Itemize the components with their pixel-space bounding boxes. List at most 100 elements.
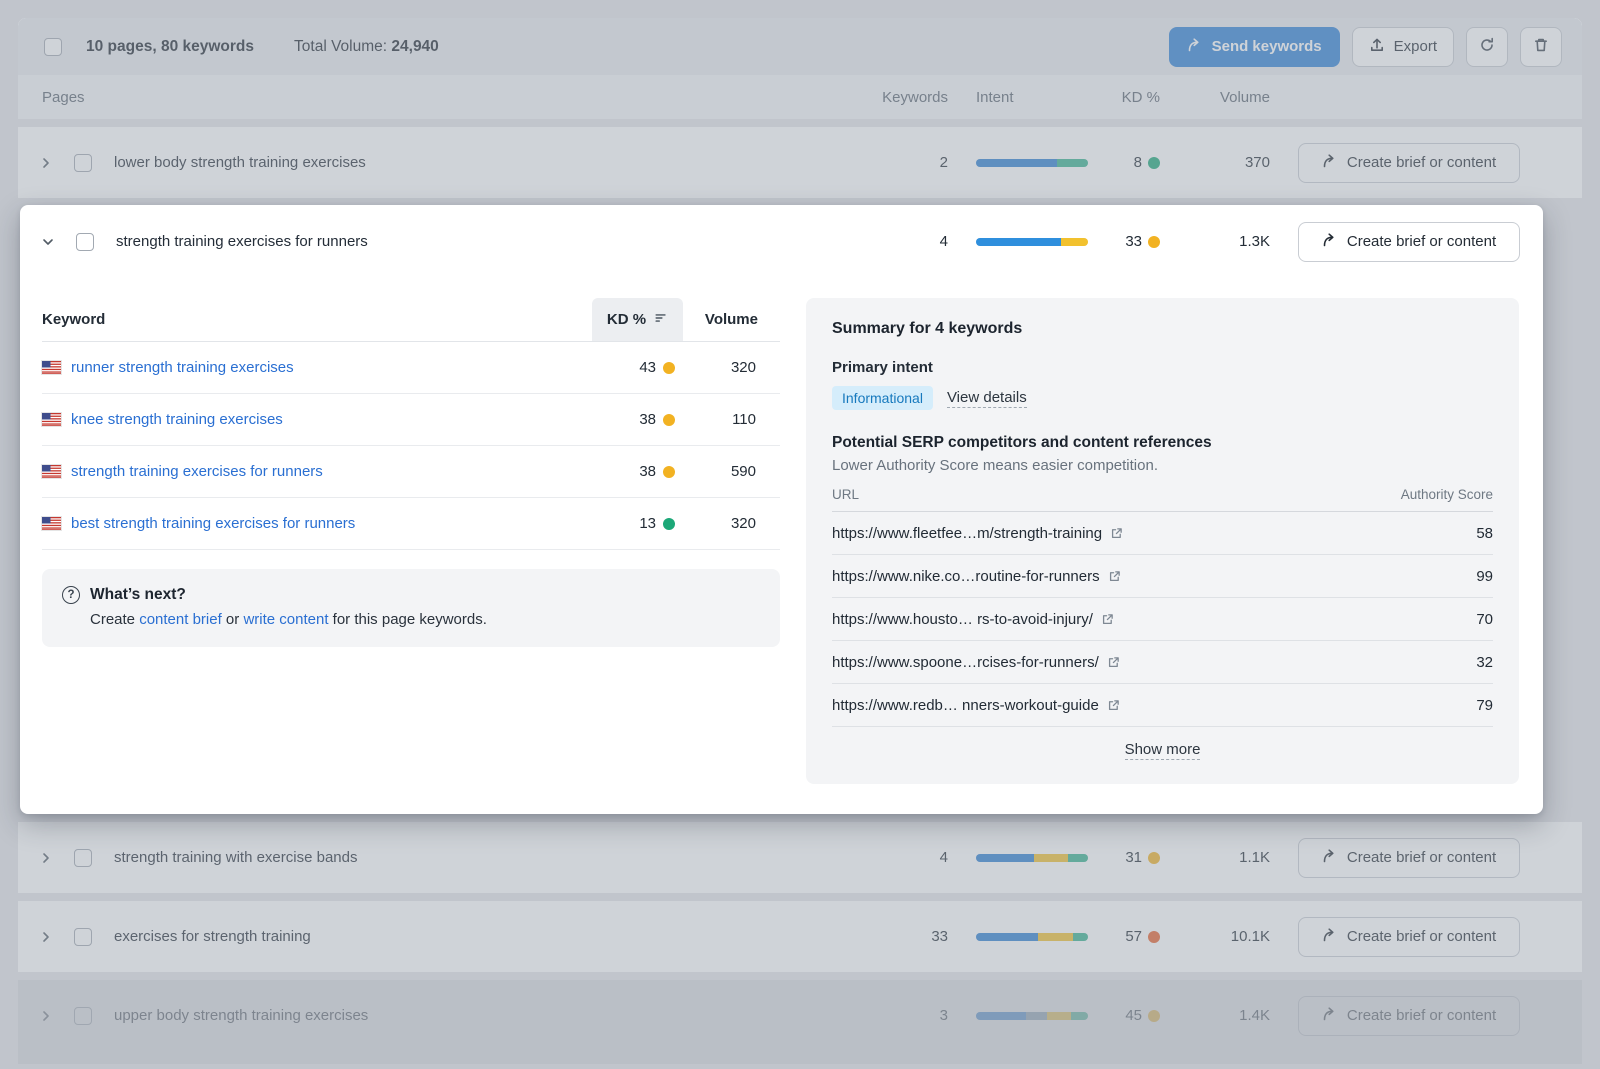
kd-dot (1148, 852, 1160, 864)
content-brief-link[interactable]: content brief (139, 611, 222, 628)
kd-value: 38 (639, 411, 656, 428)
serp-competitors-subtitle: Lower Authority Score means easier compe… (832, 457, 1493, 474)
us-flag-icon (42, 361, 61, 374)
create-brief-button[interactable]: Create brief or content (1298, 143, 1520, 183)
intent-badge: Informational (832, 386, 933, 410)
create-brief-button[interactable]: Create brief or content (1298, 838, 1520, 878)
delete-button[interactable] (1520, 27, 1562, 67)
export-button[interactable]: Export (1352, 27, 1454, 67)
question-circle-icon: ? (62, 586, 80, 604)
kd-value: 8 (1134, 154, 1142, 171)
keyword-link[interactable]: runner strength training exercises (71, 359, 294, 376)
send-arrow-icon (1322, 153, 1338, 173)
competitor-url: https://www.redb… nners-workout-guide (832, 697, 1099, 714)
kd-value: 43 (639, 359, 656, 376)
show-more-link[interactable]: Show more (1125, 741, 1201, 760)
external-link-icon[interactable] (1110, 527, 1123, 540)
column-headers: Pages Keywords Intent KD % Volume (18, 75, 1582, 119)
expanded-page-card: strength training exercises for runners … (20, 205, 1543, 814)
us-flag-icon (42, 465, 61, 478)
serp-competitors-title: Potential SERP competitors and content r… (832, 434, 1493, 452)
send-keywords-button[interactable]: Send keywords (1169, 27, 1340, 67)
row-checkbox[interactable] (74, 154, 92, 172)
keyword-col-header: Keyword (42, 298, 592, 341)
intent-bar (976, 854, 1088, 862)
create-brief-button[interactable]: Create brief or content (1298, 917, 1520, 957)
competitor-row: https://www.spoone…rcises-for-runners/ 3… (832, 641, 1493, 684)
keyword-manager-page: 10 pages, 80 keywords Total Volume: 24,9… (0, 18, 1600, 1069)
refresh-button[interactable] (1466, 27, 1508, 67)
keywords-count: 33 (878, 928, 948, 945)
row-checkbox[interactable] (74, 849, 92, 867)
col-pages: Pages (42, 89, 878, 106)
authority-score: 79 (1476, 697, 1493, 714)
chevron-down-icon[interactable] (40, 234, 62, 250)
table-row: exercises for strength training 33 57 10… (18, 901, 1582, 972)
volume-value: 320 (683, 515, 780, 532)
kd-dot (1148, 931, 1160, 943)
sort-icon (654, 311, 668, 329)
select-all-checkbox[interactable] (44, 38, 62, 56)
keyword-row: best strength training exercises for run… (42, 498, 780, 550)
kd-dot (1148, 236, 1160, 248)
page-row-strip: upper body strength training exercises 3… (18, 980, 1582, 1064)
external-link-icon[interactable] (1107, 699, 1120, 712)
kd-dot (1148, 1010, 1160, 1022)
keyword-link[interactable]: strength training exercises for runners (71, 463, 323, 480)
competitor-url: https://www.nike.co…routine-for-runners (832, 568, 1100, 585)
authority-score: 58 (1476, 525, 1493, 542)
competitor-url: https://www.spoone…rcises-for-runners/ (832, 654, 1099, 671)
row-checkbox[interactable] (74, 928, 92, 946)
competitor-url: https://www.fleetfee…m/strength-training (832, 525, 1102, 542)
volume-value: 590 (683, 463, 780, 480)
volume-value: 110 (683, 411, 780, 428)
create-brief-button[interactable]: Create brief or content (1298, 996, 1520, 1036)
send-arrow-icon (1322, 232, 1338, 252)
external-link-icon[interactable] (1101, 613, 1114, 626)
chevron-right-icon[interactable] (38, 929, 60, 945)
row-checkbox[interactable] (74, 1007, 92, 1025)
authority-score: 99 (1476, 568, 1493, 585)
keywords-count: 4 (878, 849, 948, 866)
page-row-strip: lower body strength training exercises 2… (18, 127, 1582, 198)
whats-next-box: ? What’s next? Create content brief or w… (42, 569, 780, 647)
primary-intent-label: Primary intent (832, 359, 1493, 376)
toolbar: 10 pages, 80 keywords Total Volume: 24,9… (18, 18, 1582, 75)
table-row: strength training with exercise bands 4 … (18, 822, 1582, 893)
table-row: lower body strength training exercises 2… (18, 127, 1582, 198)
send-arrow-icon (1322, 1006, 1338, 1026)
trash-icon (1533, 37, 1549, 56)
total-volume: Total Volume: 24,940 (294, 38, 439, 56)
summary-title: Summary for 4 keywords (832, 320, 1493, 338)
chevron-right-icon[interactable] (38, 155, 60, 171)
competitor-row: https://www.nike.co…routine-for-runners … (832, 555, 1493, 598)
keyword-link[interactable]: best strength training exercises for run… (71, 515, 355, 532)
total-volume-value: 24,940 (391, 38, 438, 55)
external-link-icon[interactable] (1107, 656, 1120, 669)
keyword-link[interactable]: knee strength training exercises (71, 411, 283, 428)
authority-score: 32 (1476, 654, 1493, 671)
row-checkbox[interactable] (76, 233, 94, 251)
authority-score: 70 (1476, 611, 1493, 628)
page-row-strip: exercises for strength training 33 57 10… (18, 901, 1582, 972)
kd-col-header-sort[interactable]: KD % (592, 298, 683, 341)
intent-bar (976, 159, 1088, 167)
competitor-row: https://www.housto… rs-to-avoid-injury/ … (832, 598, 1493, 641)
table-row-expanded: strength training exercises for runners … (20, 205, 1543, 278)
kd-value: 31 (1125, 849, 1142, 866)
page-title: strength training exercises for runners (116, 233, 878, 250)
write-content-link[interactable]: write content (243, 611, 328, 628)
send-arrow-icon (1187, 37, 1203, 57)
page-title: upper body strength training exercises (114, 1007, 878, 1024)
us-flag-icon (42, 413, 61, 426)
volume-value: 1.1K (1160, 849, 1270, 866)
keywords-count: 4 (878, 233, 948, 250)
kd-dot (663, 414, 675, 426)
volume-value: 1.4K (1160, 1007, 1270, 1024)
external-link-icon[interactable] (1108, 570, 1121, 583)
volume-value: 10.1K (1160, 928, 1270, 945)
chevron-right-icon[interactable] (38, 1008, 60, 1024)
create-brief-button[interactable]: Create brief or content (1298, 222, 1520, 262)
view-details-link[interactable]: View details (947, 389, 1027, 408)
chevron-right-icon[interactable] (38, 850, 60, 866)
